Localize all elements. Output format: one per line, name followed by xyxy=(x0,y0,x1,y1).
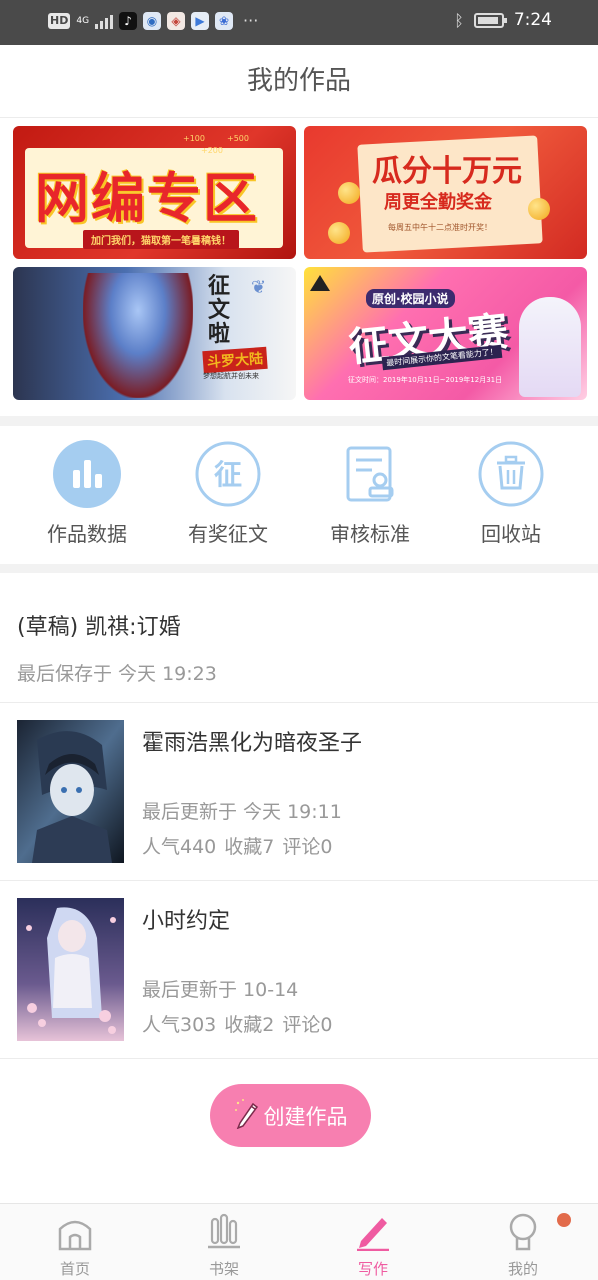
tiktok-icon: ♪ xyxy=(119,11,138,30)
bottom-nav: 首页 书架 写作 我的 xyxy=(0,1203,598,1280)
banner-char: 文 xyxy=(207,298,230,323)
banner-subtitle: 加门我们，猫取第一笔暑稿钱！ xyxy=(83,230,239,249)
banner-char: 啦 xyxy=(207,322,230,347)
trash-icon xyxy=(477,440,545,508)
notification-badge xyxy=(557,1213,571,1227)
banner-contest-douluo[interactable]: 征 文 啦 ❦ 斗罗大陆 梦想起航并创未来 xyxy=(13,267,296,400)
review-standard-icon xyxy=(336,440,404,508)
coin-icon xyxy=(328,222,350,244)
page-title: 我的作品 xyxy=(246,66,351,96)
work-updated: 最后更新于 今天 19:11 xyxy=(142,801,342,823)
network-type: 4G xyxy=(76,15,90,26)
svg-text:征: 征 xyxy=(214,458,242,491)
banner-weekly-bonus[interactable]: 瓜分十万元 周更全勤奖金 每周五中午十二点准时开奖！ xyxy=(304,126,587,259)
banner-note: 征文时间：2019年10月11日~2019年12月31日 xyxy=(348,376,503,384)
favorites-count: 收藏2 xyxy=(224,1014,275,1036)
comments-count: 评论0 xyxy=(282,1014,333,1036)
work-title: 霍雨浩黑化为暗夜圣子 xyxy=(142,731,363,756)
butterfly-icon: ❦ xyxy=(251,277,267,298)
contest-icon: 征 xyxy=(194,440,262,508)
banner-title: 网编专区 xyxy=(35,167,259,230)
signal-icon xyxy=(95,13,114,29)
draft-item[interactable]: (草稿) 凯祺:订婚 最后保存于 今天 19:23 xyxy=(0,573,598,703)
menu-label: 回收站 xyxy=(481,522,541,546)
work-updated: 最后更新于 10-14 xyxy=(142,979,299,1001)
create-work-label: 创建作品 xyxy=(263,1104,348,1129)
work-title: 小时约定 xyxy=(142,909,231,934)
banner-editor-zone[interactable]: +100 +200 +500 网编专区 加门我们，猫取第一笔暑稿钱！ xyxy=(13,126,296,259)
work-stats: 人气440 收藏7 评论0 xyxy=(142,832,340,859)
menu-item-contest[interactable]: 征 有奖征文 xyxy=(153,440,303,547)
more-notifications-icon: ··· xyxy=(243,11,259,30)
tab-label: 书架 xyxy=(208,1260,239,1278)
menu-item-work-data[interactable]: 作品数据 xyxy=(12,440,162,547)
home-icon xyxy=(15,1212,135,1252)
baidu-icon: ❀ xyxy=(215,11,234,30)
browser-icon: ◉ xyxy=(143,11,162,30)
tab-bookshelf[interactable]: 书架 xyxy=(164,1212,284,1279)
bonus-label: +100 xyxy=(183,134,205,143)
draft-saved-time: 最后保存于 今天 19:23 xyxy=(17,663,217,685)
menu-item-review-standard[interactable]: 审核标准 xyxy=(295,440,445,547)
map-app-icon: ◈ xyxy=(167,11,186,30)
clock: 7:24 xyxy=(513,10,552,30)
banner-subtitle: 周更全勤奖金 xyxy=(384,192,492,213)
menu-label: 作品数据 xyxy=(47,522,127,546)
pen-icon xyxy=(313,1212,433,1252)
works-list: (草稿) 凯祺:订婚 最后保存于 今天 19:23 霍雨浩黑化为暗夜圣子 最后更… xyxy=(0,573,598,1203)
work-cover xyxy=(17,720,124,863)
anime-character-illustration xyxy=(83,273,193,398)
banner-title: 瓜分十万元 xyxy=(372,154,522,189)
draft-title: (草稿) 凯祺:订婚 xyxy=(17,615,181,640)
tab-home[interactable]: 首页 xyxy=(15,1212,135,1279)
bookshelf-icon xyxy=(164,1212,284,1252)
work-stats: 人气303 收藏2 评论0 xyxy=(142,1010,340,1037)
work-item[interactable]: 小时约定 最后更新于 10-14 人气303 收藏2 评论0 xyxy=(0,881,598,1059)
banner-grid: +100 +200 +500 网编专区 加门我们，猫取第一笔暑稿钱！ 瓜分十万元… xyxy=(0,118,598,416)
banner-campus-contest[interactable]: 原创·校园小说 征文大赛 最时间展示你的文笔看能力了！ 征文时间：2019年10… xyxy=(304,267,587,400)
popularity-count: 人气440 xyxy=(142,836,217,858)
work-cover xyxy=(17,898,124,1041)
quick-menu: 作品数据 征 有奖征文 审核标准 回收站 xyxy=(0,426,598,564)
triangle-decoration xyxy=(310,275,330,291)
status-bar: HD 4G ♪ ◉ ◈ ▶ ❀ ··· ᛒ 7:24 xyxy=(0,0,598,45)
bonus-label: +500 xyxy=(227,134,249,143)
menu-label: 有奖征文 xyxy=(188,522,268,546)
bar-chart-icon xyxy=(53,440,121,508)
create-work-button[interactable]: 创建作品 xyxy=(210,1084,371,1147)
bluetooth-icon: ᛒ xyxy=(454,10,464,30)
coin-icon xyxy=(528,198,550,220)
battery-icon xyxy=(473,12,507,28)
banner-note: 梦想起航并创未来 xyxy=(203,372,259,380)
tab-label: 写作 xyxy=(357,1260,388,1278)
banner-note: 每周五中午十二点准时开奖！ xyxy=(388,223,492,232)
tab-label: 我的 xyxy=(507,1260,538,1278)
anime-character-illustration xyxy=(519,297,581,397)
video-app-icon: ▶ xyxy=(191,11,210,30)
tab-label: 首页 xyxy=(59,1260,90,1278)
coin-icon xyxy=(338,182,360,204)
header: 我的作品 xyxy=(0,45,598,118)
comments-count: 评论0 xyxy=(282,836,333,858)
hd-indicator: HD xyxy=(48,12,71,29)
menu-item-recycle-bin[interactable]: 回收站 xyxy=(436,440,586,547)
work-item[interactable]: 霍雨浩黑化为暗夜圣子 最后更新于 今天 19:11 人气440 收藏7 评论0 xyxy=(0,703,598,881)
tab-writing[interactable]: 写作 xyxy=(313,1212,433,1279)
popularity-count: 人气303 xyxy=(142,1014,217,1036)
menu-label: 审核标准 xyxy=(330,522,410,546)
banner-tag: 斗罗大陆 xyxy=(202,346,268,374)
banner-char: 征 xyxy=(207,274,230,299)
favorites-count: 收藏7 xyxy=(224,836,275,858)
pencil-icon xyxy=(234,1097,260,1134)
